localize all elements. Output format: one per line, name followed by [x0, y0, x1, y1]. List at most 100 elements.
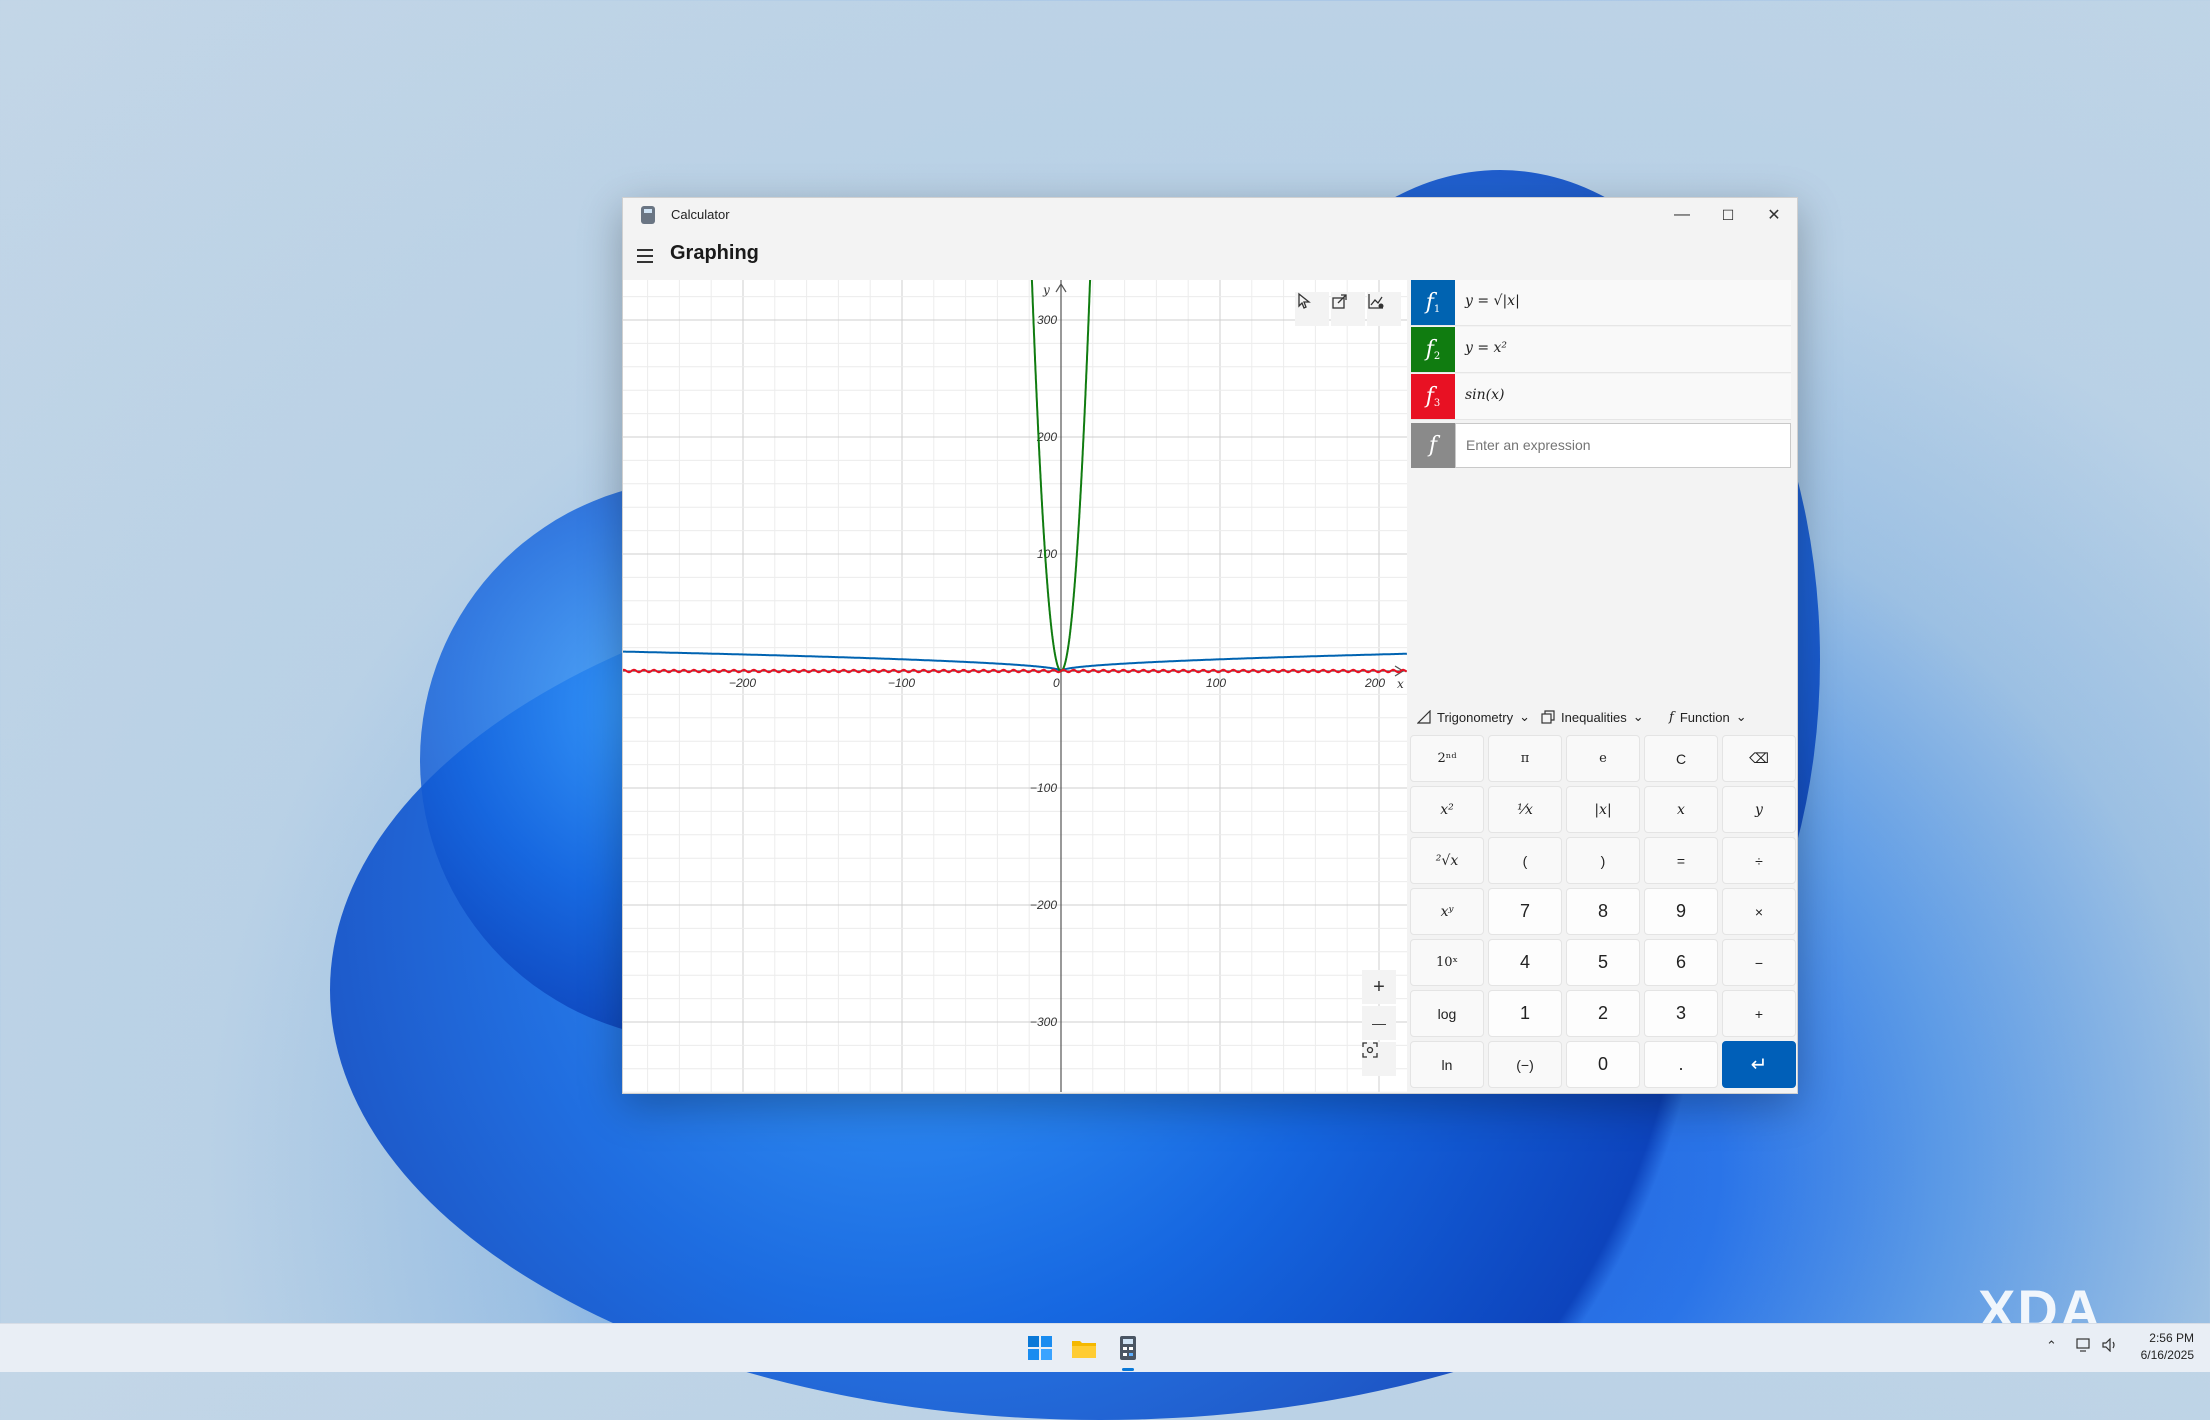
x-tick-label: −100	[888, 676, 915, 690]
expression-input-box[interactable]	[1455, 423, 1791, 468]
divide-key[interactable]: ÷	[1722, 837, 1796, 884]
zoom-in-button[interactable]: +	[1362, 970, 1396, 1004]
x-axis-label: x	[1397, 677, 1404, 691]
pi-key[interactable]: π	[1488, 735, 1562, 782]
close-button[interactable]: ✕	[1751, 198, 1797, 232]
decimal-key[interactable]: .	[1644, 1041, 1718, 1088]
taskbar: ⌃ 2:56 PM 6/16/2025	[0, 1323, 2210, 1372]
function-f-icon: f	[1669, 709, 1674, 725]
window-title: Calculator	[671, 207, 730, 222]
square-key[interactable]: x²	[1410, 786, 1484, 833]
ln-key[interactable]: ln	[1410, 1041, 1484, 1088]
multiply-key[interactable]: ×	[1722, 888, 1796, 935]
open-paren-key[interactable]: (	[1488, 837, 1562, 884]
minimize-button[interactable]: —	[1659, 198, 1705, 232]
y-tick-label: −100	[1030, 781, 1057, 795]
equals-key[interactable]: =	[1644, 837, 1718, 884]
keypad: 2ⁿᵈ π e C ⌫ x² ¹⁄x |x| x y ²√x ( ) = ÷ x…	[1410, 735, 1796, 1088]
chevron-down-icon: ⌄	[1632, 709, 1644, 724]
function-badge-1[interactable]: f1	[1411, 280, 1455, 325]
inequality-icon	[1541, 710, 1555, 724]
clock-date: 6/16/2025	[2140, 1348, 2194, 1362]
calculator-window: Calculator — ☐ ✕ Graphing x y −200 −100 0 100…	[622, 197, 1798, 1094]
title-bar[interactable]: Calculator — ☐ ✕	[623, 198, 1797, 232]
digit-0-key[interactable]: 0	[1566, 1041, 1640, 1088]
euler-key[interactable]: e	[1566, 735, 1640, 782]
function-label: Function	[1679, 709, 1730, 725]
y-tick-label: 100	[1037, 547, 1057, 561]
curve-sin-x	[623, 668, 1407, 674]
backspace-key[interactable]: ⌫	[1722, 735, 1796, 782]
calculator-app-icon	[641, 206, 655, 224]
close-paren-key[interactable]: )	[1566, 837, 1640, 884]
x-tick-label: −200	[729, 676, 756, 690]
reset-view-icon[interactable]	[1362, 1042, 1396, 1076]
reciprocal-key[interactable]: ¹⁄x	[1488, 786, 1562, 833]
digit-5-key[interactable]: 5	[1566, 939, 1640, 986]
function-panel: f1 y = √|x| f2 y = x² f3 sin(x) f Trigon…	[1407, 280, 1797, 1092]
function-expression-2[interactable]: y = x²	[1465, 340, 1507, 356]
add-key[interactable]: +	[1722, 990, 1796, 1037]
page-title: Graphing	[670, 242, 759, 264]
variable-y-key[interactable]: y	[1722, 786, 1796, 833]
x-tick-label: 100	[1206, 676, 1226, 690]
curve-sqrt-abs-x	[623, 650, 1407, 673]
chevron-down-icon: ⌄	[1519, 709, 1531, 724]
taskbar-clock[interactable]: 2:56 PM 6/16/2025	[2141, 1330, 2194, 1364]
inequalities-label: Inequalities	[1561, 709, 1627, 725]
chevron-down-icon: ⌄	[1735, 709, 1747, 724]
volume-icon[interactable]	[2102, 1337, 2118, 1355]
function-expression-1[interactable]: y = √|x|	[1465, 293, 1520, 309]
function-expression-3[interactable]: sin(x)	[1465, 387, 1505, 403]
x-tick-label: 0	[1053, 676, 1060, 690]
x-tick-label: 200	[1364, 676, 1385, 690]
hamburger-menu-icon[interactable]	[637, 245, 659, 267]
variable-x-key[interactable]: x	[1644, 786, 1718, 833]
power-key[interactable]: xʸ	[1410, 888, 1484, 935]
subtract-key[interactable]: −	[1722, 939, 1796, 986]
digit-3-key[interactable]: 3	[1644, 990, 1718, 1037]
negate-key[interactable]: (−)	[1488, 1041, 1562, 1088]
graph-canvas[interactable]: x y −200 −100 0 100 200 300 200 100 −100 −200 −300 +…	[623, 280, 1407, 1092]
digit-9-key[interactable]: 9	[1644, 888, 1718, 935]
digit-7-key[interactable]: 7	[1488, 888, 1562, 935]
digit-4-key[interactable]: 4	[1488, 939, 1562, 986]
start-windows-icon[interactable]	[1026, 1334, 1054, 1362]
digit-6-key[interactable]: 6	[1644, 939, 1718, 986]
triangle-icon	[1417, 710, 1431, 724]
function-badge-3[interactable]: f3	[1411, 374, 1455, 419]
y-tick-label: 300	[1037, 313, 1057, 327]
graph-options-icon[interactable]	[1367, 292, 1401, 326]
function-row-2[interactable]: f2 y = x²	[1411, 327, 1791, 373]
trigonometry-dropdown[interactable]: Trigonometry ⌄	[1417, 709, 1530, 725]
share-icon[interactable]	[1331, 292, 1365, 326]
second-function-key[interactable]: 2ⁿᵈ	[1410, 735, 1484, 782]
digit-2-key[interactable]: 2	[1566, 990, 1640, 1037]
calculator-taskbar-icon[interactable]	[1114, 1334, 1142, 1371]
digit-1-key[interactable]: 1	[1488, 990, 1562, 1037]
function-row-1[interactable]: f1 y = √|x|	[1411, 280, 1791, 326]
inequalities-dropdown[interactable]: Inequalities ⌄	[1541, 709, 1644, 725]
zoom-out-button[interactable]: —	[1362, 1006, 1396, 1040]
ten-power-key[interactable]: 10ˣ	[1410, 939, 1484, 986]
log-key[interactable]: log	[1410, 990, 1484, 1037]
enter-key[interactable]: ↵	[1722, 1041, 1796, 1088]
trigonometry-label: Trigonometry	[1437, 709, 1514, 725]
trace-cursor-icon[interactable]	[1295, 292, 1329, 326]
function-dropdown[interactable]: f Function ⌄	[1669, 709, 1747, 725]
digit-8-key[interactable]: 8	[1566, 888, 1640, 935]
network-icon[interactable]	[2076, 1338, 2092, 1355]
new-function-row[interactable]: f	[1411, 423, 1791, 468]
keypad-dropdown-bar: Trigonometry ⌄ Inequalities ⌄ f Function…	[1407, 699, 1797, 739]
absolute-value-key[interactable]: |x|	[1566, 786, 1640, 833]
function-row-3[interactable]: f3 sin(x)	[1411, 374, 1791, 420]
function-badge-2[interactable]: f2	[1411, 327, 1455, 372]
clear-key[interactable]: C	[1644, 735, 1718, 782]
file-explorer-icon[interactable]	[1070, 1334, 1098, 1362]
clock-time: 2:56 PM	[2149, 1331, 2194, 1345]
expression-input[interactable]	[1464, 436, 1778, 454]
graph-plot: xy−200 −100 0 100 200300200100−100−200−300	[623, 280, 1407, 1092]
square-root-key[interactable]: ²√x	[1410, 837, 1484, 884]
show-hidden-icons-icon[interactable]: ⌃	[2046, 1338, 2057, 1354]
maximize-button[interactable]: ☐	[1705, 198, 1751, 232]
